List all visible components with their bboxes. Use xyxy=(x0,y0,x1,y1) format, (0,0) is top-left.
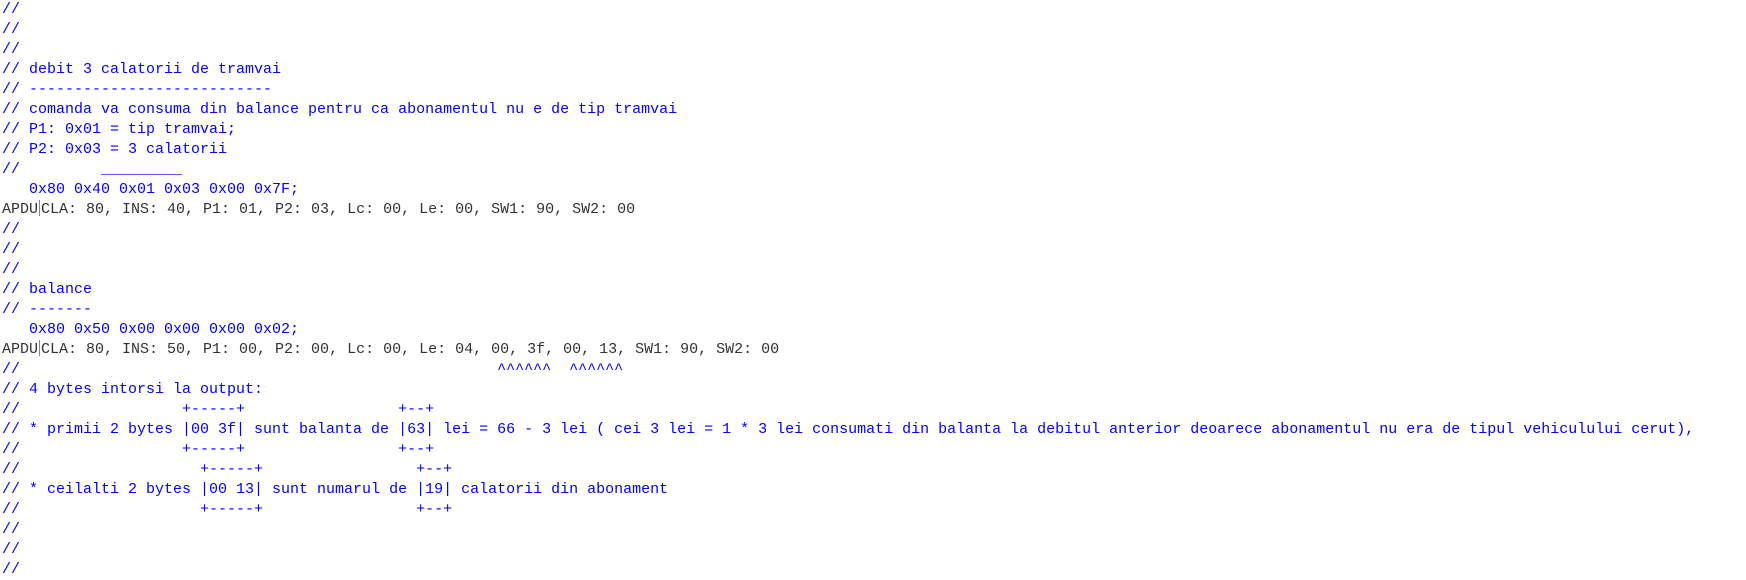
apdu-values: CLA: 80, INS: 40, P1: 01, P2: 03, Lc: 00… xyxy=(41,201,636,218)
comment-heading: // balance xyxy=(2,281,93,298)
code-editor[interactable]: // // // // debit 3 calatorii de tramvai… xyxy=(2,0,1694,580)
code-line: // --------------------------- xyxy=(2,81,273,98)
code-line: // comanda va consuma din balance pentru… xyxy=(2,101,678,118)
code-line: // +-----+ +--+ xyxy=(2,401,435,418)
apdu-command: 0x80 0x40 0x01 0x03 0x00 0x7F; xyxy=(2,181,300,198)
comment-heading: // debit 3 calatorii de tramvai xyxy=(2,61,282,78)
apdu-response: APDU CLA: 80, INS: 40, P1: 01, P2: 03, Lc… xyxy=(2,200,1694,220)
code-line: // xyxy=(2,41,21,58)
code-line: // xyxy=(2,541,21,558)
code-line: // P2: 0x03 = 3 calatorii xyxy=(2,141,228,158)
code-line: // xyxy=(2,21,21,38)
code-line: // +-----+ +--+ xyxy=(2,501,453,518)
code-line: // xyxy=(2,561,21,578)
code-line: // +-----+ +--+ xyxy=(2,461,453,478)
code-line: // xyxy=(2,521,21,538)
code-line: // 4 bytes intorsi la output: xyxy=(2,381,264,398)
code-line: // _________ xyxy=(2,161,183,178)
code-line: // xyxy=(2,1,21,18)
apdu-response: APDU CLA: 80, INS: 50, P1: 00, P2: 00, Lc… xyxy=(2,340,1694,360)
code-line: // * ceilalti 2 bytes |00 13| sunt numar… xyxy=(2,481,669,498)
apdu-label: APDU xyxy=(2,341,39,358)
code-line: // xyxy=(2,221,21,238)
apdu-values: CLA: 80, INS: 50, P1: 00, P2: 00, Lc: 00… xyxy=(41,341,780,358)
apdu-command: 0x80 0x50 0x00 0x00 0x00 0x02; xyxy=(2,321,300,338)
code-line: // P1: 0x01 = tip tramvai; xyxy=(2,121,237,138)
code-line: // xyxy=(2,241,21,258)
code-line: // ------- xyxy=(2,301,93,318)
code-line: // ^^^^^^ ^^^^^^ xyxy=(2,361,624,378)
code-line: // * primii 2 bytes |00 3f| sunt balanta… xyxy=(2,421,1695,438)
separator xyxy=(39,200,41,216)
code-line: // xyxy=(2,261,21,278)
separator xyxy=(39,340,41,356)
code-line: // +-----+ +--+ xyxy=(2,441,435,458)
apdu-label: APDU xyxy=(2,201,39,218)
